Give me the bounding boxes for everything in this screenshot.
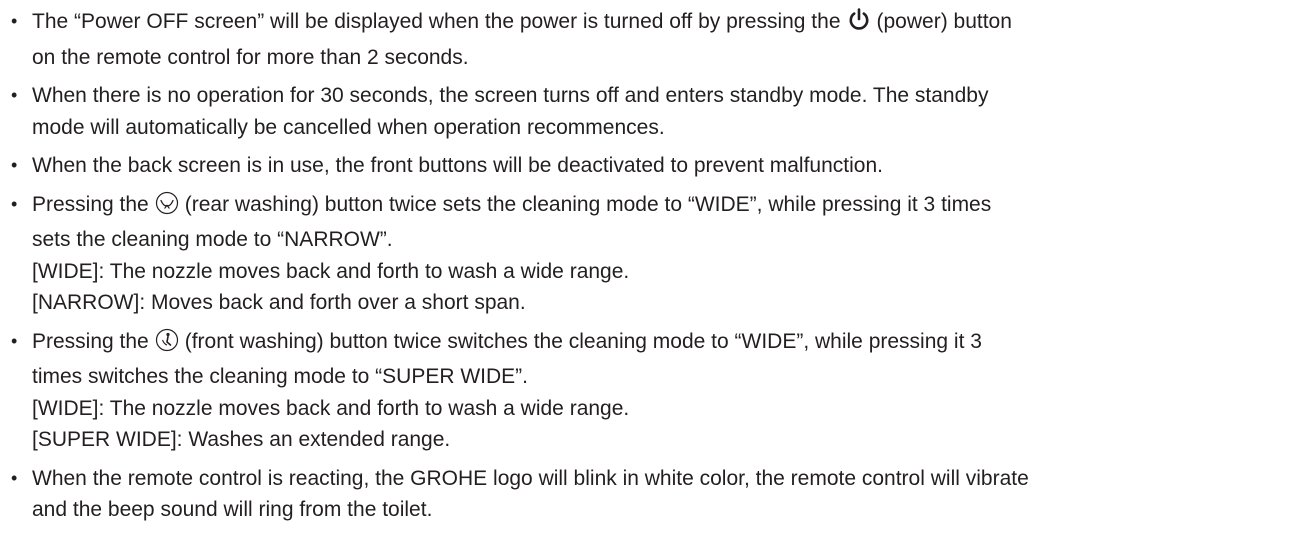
bullet-dot: • xyxy=(11,193,18,214)
bullet-dot: • xyxy=(11,11,18,31)
note-text: The “Power OFF screen” will be displayed… xyxy=(32,10,841,33)
note-text: Pressing the xyxy=(32,192,149,216)
note-line: and the beep sound will ring from the to… xyxy=(32,498,433,521)
note-line: [SUPER WIDE]: Washes an extended range. xyxy=(32,428,451,451)
note-standby: • When there is no operation for 30 seco… xyxy=(8,80,1299,143)
bullet-dot: • xyxy=(11,330,18,351)
note-line: mode will automatically be cancelled whe… xyxy=(32,115,665,139)
note-line: When the back screen is in use, the fron… xyxy=(32,154,883,177)
note-line: sets the cleaning mode to “NARROW”. xyxy=(32,228,393,251)
note-text: (rear washing) button twice sets the cle… xyxy=(184,192,992,216)
front-washing-icon xyxy=(155,328,179,362)
note-line: times switches the cleaning mode to “SUP… xyxy=(32,365,529,388)
bullet-dot: • xyxy=(11,155,18,175)
note-front-washing: • Pressing the (front washing) button twi… xyxy=(8,326,1299,456)
note-remote-reacting: • When the remote control is reacting, t… xyxy=(8,463,1299,526)
rear-washing-icon xyxy=(155,191,179,225)
note-line: Pressing the (rear washing) button twice … xyxy=(32,189,1299,225)
note-line: [WIDE]: The nozzle moves back and forth … xyxy=(32,259,630,283)
note-power-off: • The “Power OFF screen” will be display… xyxy=(8,6,1299,73)
note-line: When the remote control is reacting, the… xyxy=(32,466,1029,490)
note-text: Pressing the xyxy=(32,329,149,353)
note-line: [NARROW]: Moves back and forth over a sh… xyxy=(32,291,526,314)
bullet-dot: • xyxy=(11,467,18,488)
note-rear-washing: • Pressing the (rear washing) button twic… xyxy=(8,189,1299,319)
note-line: The “Power OFF screen” will be displayed… xyxy=(32,6,1299,42)
note-line: on the remote control for more than 2 se… xyxy=(32,45,469,69)
note-line: Pressing the (front washing) button twice… xyxy=(32,326,1299,362)
note-text: (power) button xyxy=(876,10,1012,33)
bullet-dot: • xyxy=(11,85,18,105)
notes-list: • The “Power OFF screen” will be display… xyxy=(8,6,1299,526)
note-back-screen: • When the back screen is in use, the fr… xyxy=(8,150,1299,182)
power-icon xyxy=(847,8,871,42)
note-text: (front washing) button twice switches th… xyxy=(184,329,982,353)
note-line: When there is no operation for 30 second… xyxy=(32,84,989,107)
note-line: [WIDE]: The nozzle moves back and forth … xyxy=(32,396,630,420)
instruction-notes: • The “Power OFF screen” will be display… xyxy=(0,0,1309,539)
